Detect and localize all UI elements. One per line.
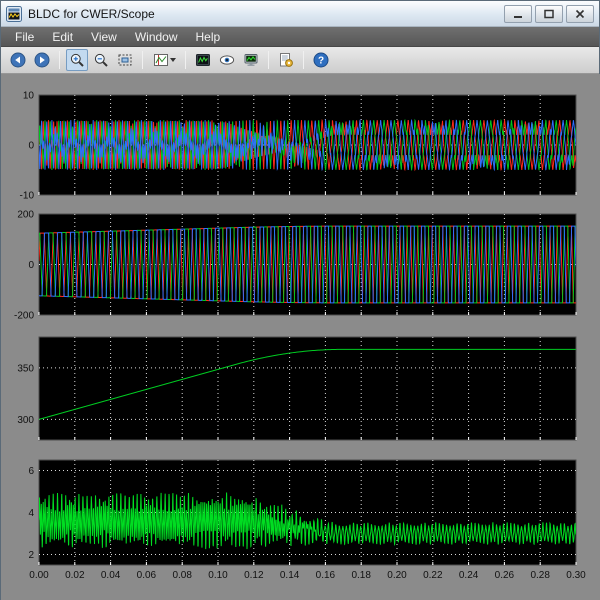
- ytick-label: 6: [28, 466, 34, 477]
- xtick-label: 0.20: [387, 570, 407, 581]
- ytick-label: 10: [23, 91, 35, 102]
- toolbar-separator: [303, 51, 304, 69]
- ytick-label: 200: [17, 210, 34, 221]
- menu-view[interactable]: View: [82, 28, 126, 46]
- close-button[interactable]: [566, 5, 594, 23]
- forward-icon: [34, 52, 50, 68]
- zoom-out-button[interactable]: [90, 49, 112, 71]
- svg-text:?: ?: [318, 56, 324, 67]
- menu-help[interactable]: Help: [187, 28, 230, 46]
- scope-app-icon: [6, 6, 22, 22]
- back-icon: [10, 52, 26, 68]
- minimize-icon: [513, 9, 523, 19]
- help-icon: ?: [313, 52, 329, 68]
- menu-file[interactable]: File: [6, 28, 43, 46]
- close-icon: [575, 9, 585, 19]
- ytick-label: 2: [28, 550, 34, 561]
- back-button[interactable]: [7, 49, 29, 71]
- eye-icon: [219, 52, 235, 68]
- measurements-button[interactable]: [149, 49, 179, 71]
- menubar: File Edit View Window Help: [1, 27, 599, 47]
- minimize-button[interactable]: [504, 5, 532, 23]
- ytick-label: 300: [17, 415, 34, 426]
- xtick-label: 0.02: [65, 570, 85, 581]
- xtick-label: 0.28: [530, 570, 550, 581]
- measurements-icon: [153, 52, 169, 68]
- dropdown-caret-icon: [170, 58, 176, 62]
- xtick-label: 0.16: [316, 570, 336, 581]
- fit-to-view-icon: [117, 52, 133, 68]
- toolbar-separator: [59, 51, 60, 69]
- toolbar-separator: [142, 51, 143, 69]
- xtick-label: 0.22: [423, 570, 443, 581]
- toolbar-separator: [268, 51, 269, 69]
- plot-torque[interactable]: 6 4 2 0.00 0.02 0.04 0.06 0.08 0.10 0.12 0.14 0.16 0…: [28, 460, 586, 581]
- properties-icon: [278, 52, 294, 68]
- ytick-label: 350: [17, 363, 34, 374]
- maximize-icon: [544, 9, 554, 19]
- titlebar[interactable]: BLDC for CWER/Scope: [1, 1, 599, 27]
- zoom-in-button[interactable]: [66, 49, 88, 71]
- fit-to-view-button[interactable]: [114, 49, 136, 71]
- ytick-label: -200: [14, 311, 34, 322]
- zoom-out-icon: [93, 52, 109, 68]
- maximize-button[interactable]: [535, 5, 563, 23]
- forward-button[interactable]: [31, 49, 53, 71]
- xtick-label: 0.24: [459, 570, 479, 581]
- monitor-icon: [243, 52, 259, 68]
- xtick-label: 0.06: [137, 570, 157, 581]
- xtick-label: 0.14: [280, 570, 300, 581]
- scope-snapshot-button[interactable]: [192, 49, 214, 71]
- properties-button[interactable]: [275, 49, 297, 71]
- scope-figure-area: 10 0 -10 200 0 -200 350 300 6 4 2 0.00 0.02 0.04 0.06 0…: [1, 74, 600, 600]
- window-title: BLDC for CWER/Scope: [28, 7, 155, 21]
- xtick-label: 0.10: [208, 570, 228, 581]
- xtick-label: 0.08: [172, 570, 192, 581]
- xtick-label: 0.18: [351, 570, 371, 581]
- highlight-button[interactable]: [216, 49, 238, 71]
- scope-snapshot-icon: [195, 52, 211, 68]
- help-button[interactable]: ?: [310, 49, 332, 71]
- scope-plots[interactable]: 10 0 -10 200 0 -200 350 300 6 4 2 0.00 0.02 0.04 0.06 0…: [1, 74, 600, 600]
- xtick-label: 0.04: [101, 570, 121, 581]
- menu-edit[interactable]: Edit: [43, 28, 82, 46]
- ytick-label: 0: [28, 260, 34, 271]
- xtick-label: 0.26: [495, 570, 515, 581]
- plot-phase-voltages[interactable]: 200 0 -200: [14, 210, 576, 322]
- plot-rotor-speed[interactable]: 350 300: [17, 337, 576, 440]
- plot-phase-currents[interactable]: 10 0 -10: [20, 91, 576, 202]
- ytick-label: 4: [28, 508, 34, 519]
- ytick-label: -10: [20, 191, 35, 202]
- floating-display-button[interactable]: [240, 49, 262, 71]
- scope-window: BLDC for CWER/Scope File Edit View Windo…: [0, 0, 600, 600]
- menu-window[interactable]: Window: [126, 28, 187, 46]
- toolbar-separator: [185, 51, 186, 69]
- window-controls: [504, 5, 594, 23]
- zoom-in-icon: [69, 52, 85, 68]
- xtick-label: 0.12: [244, 570, 264, 581]
- toolbar: ?: [1, 47, 599, 74]
- xtick-label: 0.30: [566, 570, 586, 581]
- ytick-label: 0: [28, 141, 34, 152]
- xtick-label: 0.00: [29, 570, 49, 581]
